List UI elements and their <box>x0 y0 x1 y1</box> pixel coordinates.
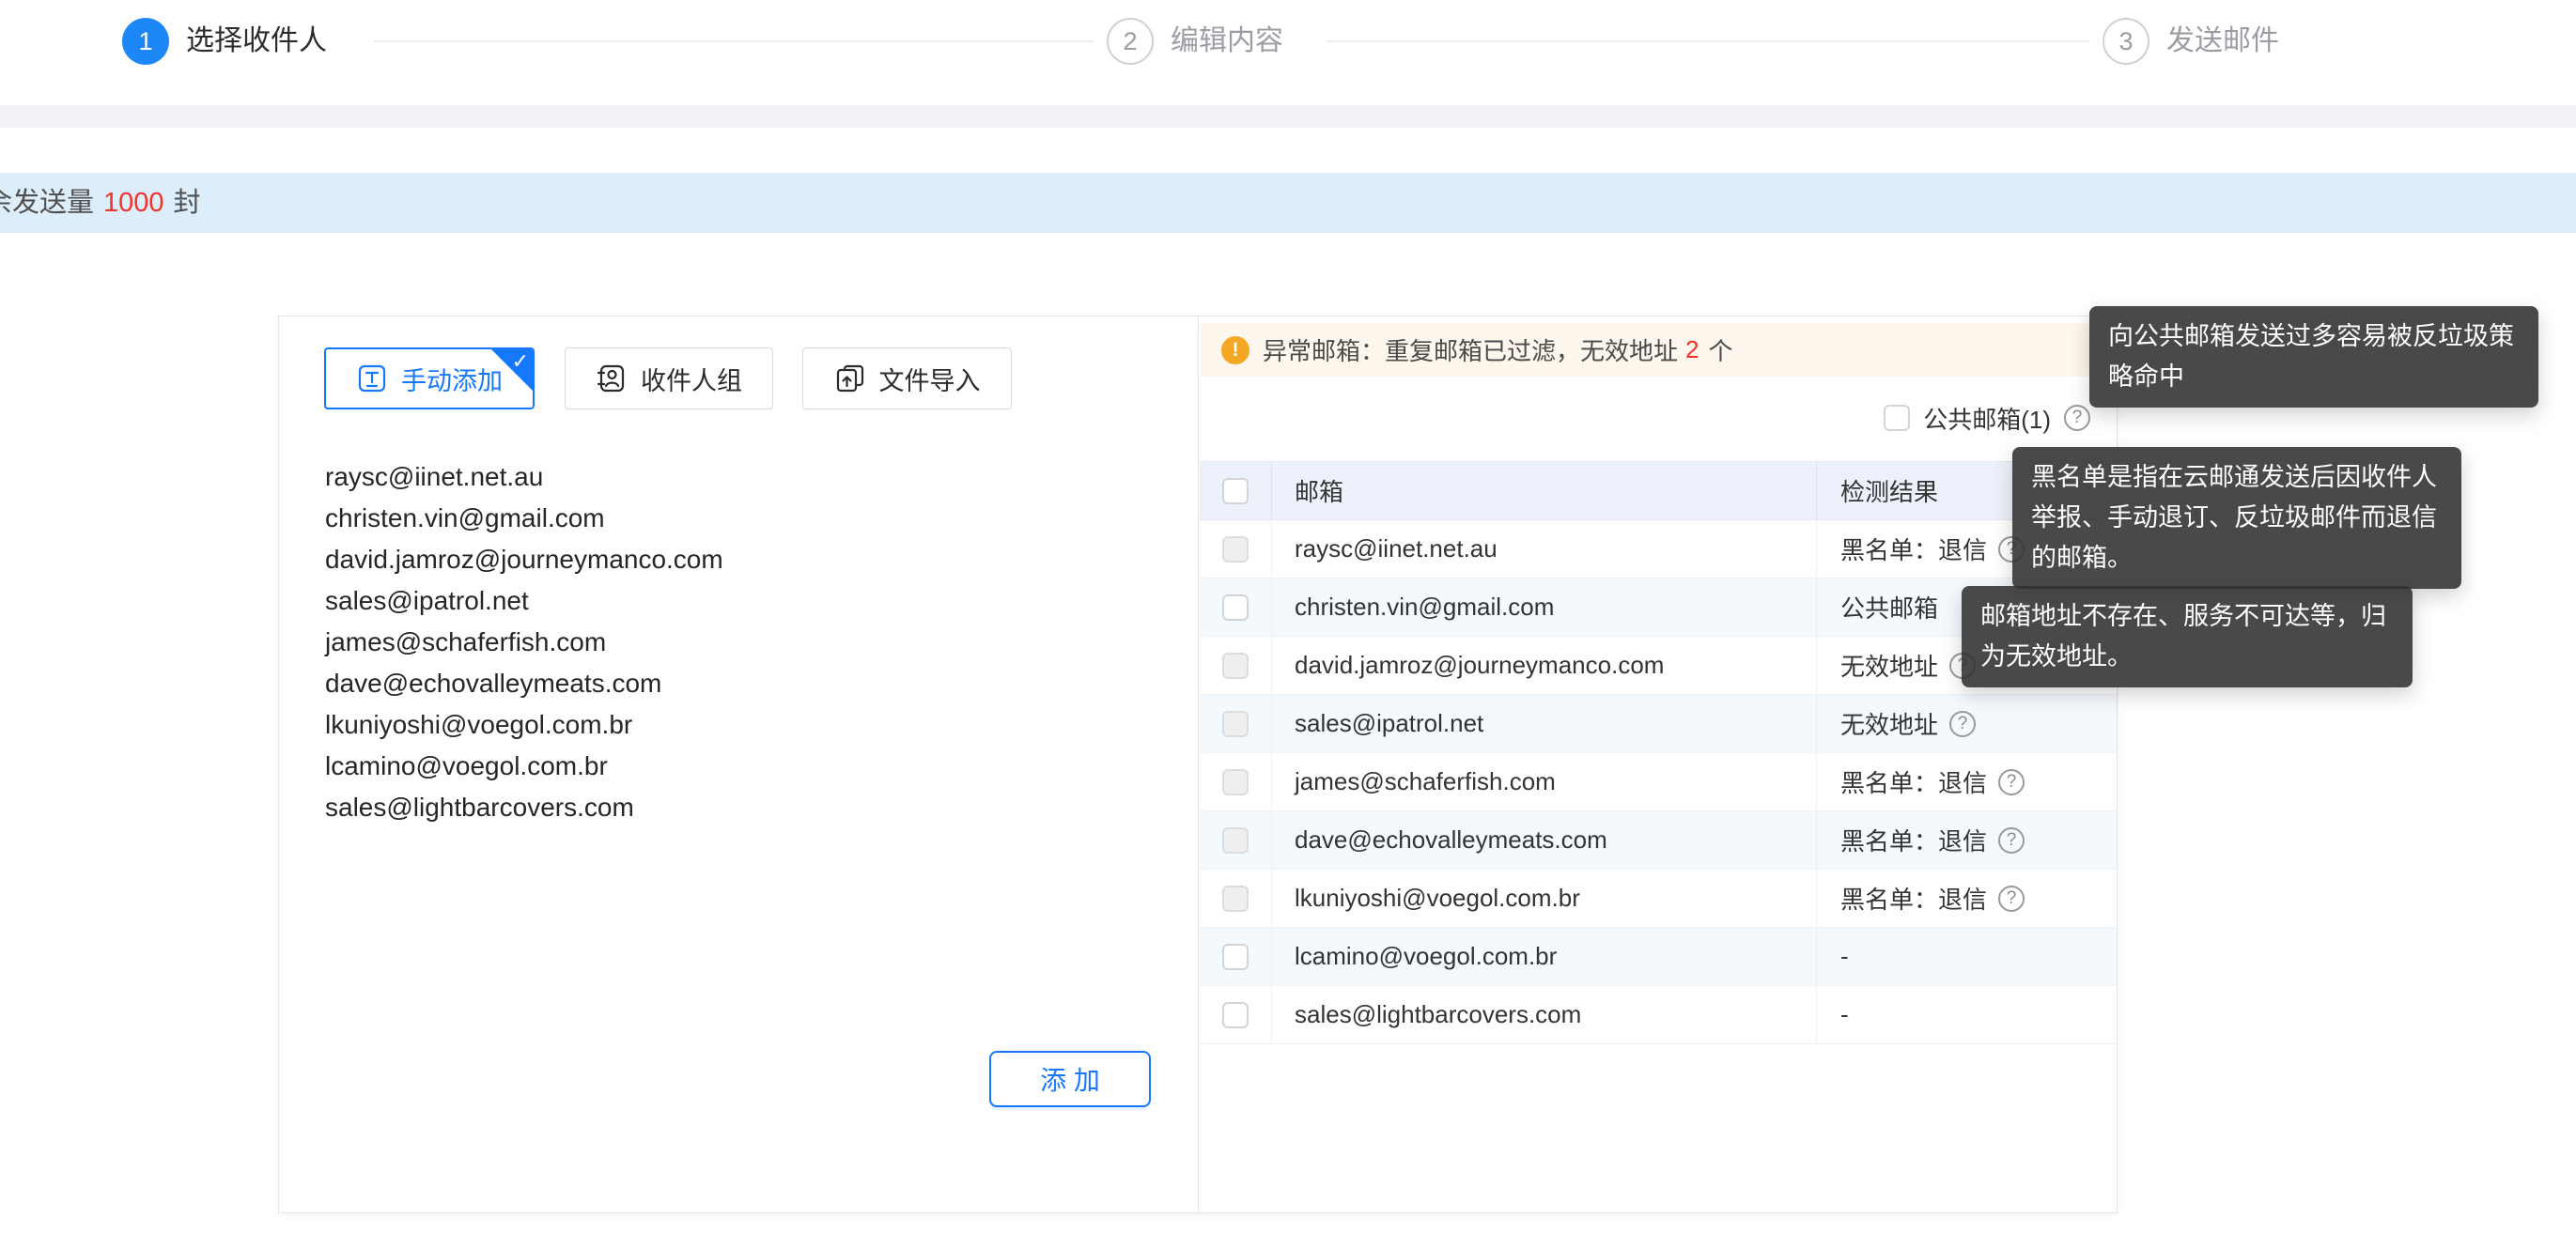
column-header-email: 邮箱 <box>1272 462 1817 519</box>
result-help-icon[interactable]: ? <box>1949 711 1976 737</box>
table-header: 邮箱 检测结果 <box>1200 462 2117 520</box>
quota-bar: 余发送量1000封 <box>0 173 2576 233</box>
recipient-panel: 手动添加 ✓ 收件人组 文件导入 raysc@iinet.net.auchris <box>278 316 2118 1213</box>
email-line: david.jamroz@journeymanco.com <box>325 539 1160 580</box>
select-all-checkbox[interactable] <box>1222 478 1249 504</box>
recipient-input-section: 手动添加 ✓ 收件人组 文件导入 raysc@iinet.net.auchris <box>279 316 1199 1212</box>
add-button[interactable]: 添 加 <box>989 1051 1151 1107</box>
table-row: lcamino@voegol.com.br - <box>1200 928 2117 986</box>
table-row: james@schaferfish.com 黑名单：退信 ? <box>1200 753 2117 811</box>
step-1-number: 1 <box>138 27 152 56</box>
row-checkbox[interactable] <box>1222 1002 1249 1028</box>
email-line: sales@ipatrol.net <box>325 580 1160 622</box>
row-result: 无效地址 <box>1840 648 1938 683</box>
email-line: dave@echovalleymeats.com <box>325 663 1160 704</box>
row-email: raysc@iinet.net.au <box>1272 520 1817 578</box>
row-result: 黑名单：退信 <box>1840 764 1987 799</box>
check-icon: ✓ <box>512 349 529 374</box>
table-row: lkuniyoshi@voegol.com.br 黑名单：退信 ? <box>1200 870 2117 928</box>
row-email: david.jamroz@journeymanco.com <box>1272 637 1817 694</box>
text-input-icon <box>356 362 388 394</box>
file-import-label: 文件导入 <box>879 361 981 397</box>
recipient-check-table: 邮箱 检测结果 raysc@iinet.net.au 黑名单：退信 ? chri… <box>1200 461 2117 1044</box>
public-mailbox-label: 公共邮箱(1) <box>1923 401 2051 436</box>
row-email: sales@ipatrol.net <box>1272 695 1817 752</box>
row-checkbox[interactable] <box>1222 594 1249 621</box>
row-checkbox[interactable] <box>1222 653 1249 679</box>
email-line: christen.vin@gmail.com <box>325 498 1160 539</box>
row-result: 黑名单：退信 <box>1840 823 1987 857</box>
manual-add-label: 手动添加 <box>401 361 503 397</box>
row-result: 黑名单：退信 <box>1840 532 1987 566</box>
row-checkbox[interactable] <box>1222 827 1249 854</box>
invalid-count: 2 <box>1678 335 1706 364</box>
exception-alert: ! 异常邮箱：重复邮箱已过滤，无效地址 2 个 <box>1201 323 2089 377</box>
table-row: dave@echovalleymeats.com 黑名单：退信 ? <box>1200 811 2117 870</box>
public-mailbox-help-icon[interactable]: ? <box>2064 405 2090 431</box>
divider-strip <box>0 105 2576 128</box>
wizard-stepper: 1 选择收件人 2 编辑内容 3 发送邮件 <box>0 0 2576 99</box>
manual-add-button[interactable]: 手动添加 ✓ <box>324 347 535 409</box>
check-result-section: ! 异常邮箱：重复邮箱已过滤，无效地址 2 个 公共邮箱(1) ? 邮箱 检测结… <box>1200 316 2117 1212</box>
row-email: christen.vin@gmail.com <box>1272 578 1817 636</box>
row-result: - <box>1840 1000 1849 1029</box>
tooltip-invalid-address: 邮箱地址不存在、服务不可达等，归为无效地址。 <box>1962 586 2413 687</box>
recipient-email-list[interactable]: raysc@iinet.net.auchristen.vin@gmail.com… <box>325 456 1160 1043</box>
quota-unit: 封 <box>174 188 201 218</box>
public-mailbox-filter: 公共邮箱(1) ? <box>1884 403 2090 433</box>
quota-label: 余发送量 <box>0 188 94 218</box>
row-email: lcamino@voegol.com.br <box>1272 928 1817 985</box>
row-result: 公共邮箱 <box>1840 590 1938 624</box>
step-3-circle: 3 <box>2103 18 2149 65</box>
row-email: lkuniyoshi@voegol.com.br <box>1272 870 1817 927</box>
step-3-number: 3 <box>2118 27 2133 56</box>
row-email: sales@lightbarcovers.com <box>1272 986 1817 1043</box>
row-result: 黑名单：退信 <box>1840 881 1987 916</box>
recipient-group-label: 收件人组 <box>641 361 742 397</box>
row-result: 无效地址 <box>1840 706 1938 741</box>
row-email: dave@echovalleymeats.com <box>1272 811 1817 869</box>
alert-text: 异常邮箱：重复邮箱已过滤，无效地址 <box>1263 332 1678 367</box>
email-line: raysc@iinet.net.au <box>325 456 1160 498</box>
row-checkbox[interactable] <box>1222 711 1249 737</box>
result-help-icon[interactable]: ? <box>1998 769 2025 795</box>
row-checkbox[interactable] <box>1222 886 1249 912</box>
email-line: lcamino@voegol.com.br <box>325 746 1160 787</box>
file-import-button[interactable]: 文件导入 <box>802 347 1012 409</box>
step-2-circle: 2 <box>1107 18 1154 65</box>
row-checkbox[interactable] <box>1222 769 1249 795</box>
result-help-icon[interactable]: ? <box>1998 886 2025 912</box>
table-row: raysc@iinet.net.au 黑名单：退信 ? <box>1200 520 2117 578</box>
recipient-group-button[interactable]: 收件人组 <box>565 347 773 409</box>
file-upload-icon <box>834 362 866 394</box>
step-1-circle: 1 <box>122 18 169 65</box>
step-3-label: 发送邮件 <box>2166 18 2279 65</box>
row-checkbox[interactable] <box>1222 536 1249 563</box>
public-mailbox-checkbox[interactable] <box>1884 405 1910 431</box>
email-line: sales@lightbarcovers.com <box>325 787 1160 828</box>
row-checkbox[interactable] <box>1222 944 1249 970</box>
step-2-label: 编辑内容 <box>1171 18 1283 65</box>
row-email: james@schaferfish.com <box>1272 753 1817 810</box>
warning-icon: ! <box>1221 336 1249 364</box>
contact-card-icon <box>596 362 628 394</box>
email-line: james@schaferfish.com <box>325 622 1160 663</box>
stepper-connector-2 <box>1327 40 2089 42</box>
step-1-label: 选择收件人 <box>186 18 327 65</box>
table-row: sales@lightbarcovers.com - <box>1200 986 2117 1044</box>
email-line: lkuniyoshi@voegol.com.br <box>325 704 1160 746</box>
result-help-icon[interactable]: ? <box>1998 827 2025 854</box>
quota-amount: 1000 <box>94 188 174 218</box>
step-2-number: 2 <box>1123 27 1137 56</box>
stepper-connector-1 <box>374 40 1094 42</box>
row-result: - <box>1840 942 1849 971</box>
tooltip-blacklist: 黑名单是指在云邮通发送后因收件人举报、手动退订、反垃圾邮件而退信的邮箱。 <box>2012 447 2461 589</box>
table-row: sales@ipatrol.net 无效地址 ? <box>1200 695 2117 753</box>
tooltip-public-mailbox: 向公共邮箱发送过多容易被反垃圾策略命中 <box>2089 306 2538 408</box>
alert-suffix: 个 <box>1706 332 1732 367</box>
